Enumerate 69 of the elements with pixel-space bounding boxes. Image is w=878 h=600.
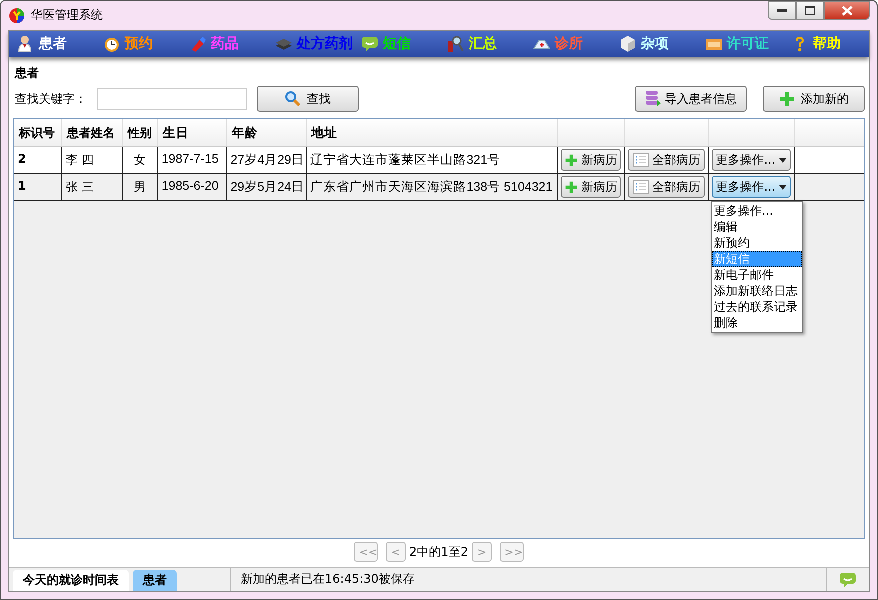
all-records-button[interactable]: 全部病历 (628, 176, 706, 198)
search-button[interactable]: 查找 (257, 86, 359, 112)
column-header: 性别 (122, 119, 158, 146)
minimize-icon (777, 8, 787, 12)
caret-icon (779, 158, 788, 162)
page-info: 2中的1至2 (410, 544, 468, 560)
table-cell: 29岁5月24日 (226, 174, 307, 200)
menu-item[interactable]: 新电子邮件 (712, 267, 802, 283)
table-cell: 1985-6-20 (158, 174, 227, 200)
magnifier-icon (447, 35, 465, 53)
column-header: 患者姓名 (62, 119, 123, 146)
menu-item[interactable]: 新预约 (712, 235, 802, 251)
more-actions-dropdown[interactable]: 更多操作... (712, 176, 792, 198)
column-header: 年龄 (226, 119, 307, 146)
menu-item[interactable]: 编辑 (712, 219, 802, 235)
more-actions-dropdown[interactable]: 更多操作... (712, 149, 792, 171)
column-header: 标识号 (14, 119, 62, 146)
new-record-button[interactable]: 新病历 (561, 176, 622, 198)
table-cell: 27岁4月29日 (226, 147, 307, 173)
table-cell: 2 (14, 147, 62, 173)
column-header: 生日 (158, 119, 227, 146)
menu-item[interactable]: 删除 (712, 315, 802, 331)
nav-tab[interactable]: 许可证 (697, 35, 783, 53)
pill-icon (189, 35, 207, 53)
nav-tab[interactable]: 患者 (9, 35, 95, 53)
table-cell: 1987-7-15 (158, 147, 227, 173)
list-icon (633, 180, 650, 194)
status-tab[interactable]: 今天的就诊时间表 (13, 570, 129, 591)
caret-icon (779, 184, 788, 190)
new-record-button[interactable]: 新病历 (561, 149, 622, 171)
menu-item[interactable]: 过去的联系记录 (712, 299, 802, 315)
plus-icon (565, 154, 578, 166)
table-cell: 男 (122, 174, 158, 200)
table-cell: 李 四 (62, 147, 123, 173)
search-label: 查找关键字： (15, 90, 87, 108)
status-message: 新加的患者已在16:45:30被保存 (241, 571, 415, 588)
search-field[interactable] (97, 88, 247, 110)
all-records-button[interactable]: 全部病历 (628, 149, 706, 171)
clock-icon (103, 35, 121, 53)
plus-icon (779, 91, 795, 107)
nav-tab[interactable]: 杂项 (611, 35, 697, 53)
table-cell: 辽宁省大连市蓬莱区半山路321号 (306, 147, 558, 173)
close-icon (842, 6, 852, 16)
maximize-icon (805, 6, 815, 15)
search-icon (285, 91, 301, 107)
plus-icon (565, 180, 578, 194)
table-cell: 张 三 (62, 174, 123, 200)
menu-item[interactable]: 更多操作... (712, 203, 802, 219)
nav-tab[interactable]: 帮助 (783, 35, 869, 53)
cube-icon (619, 35, 637, 53)
column-header: 地址 (306, 119, 558, 146)
table-cell: 女 (122, 147, 158, 173)
import-button[interactable]: 导入患者信息 (635, 86, 747, 112)
close-button[interactable] (824, 1, 870, 20)
window-title: 华医管理系统 (31, 7, 103, 24)
nav-tab[interactable]: 汇总 (439, 35, 525, 53)
chat-icon (361, 35, 379, 53)
section-title: 患者 (14, 65, 40, 82)
maximize-button[interactable] (796, 1, 824, 20)
database-icon (645, 90, 661, 108)
table-cell: 广东省广州市天海区海滨路138号 5104321 (306, 174, 558, 200)
minimize-button[interactable] (768, 1, 796, 20)
logo-icon (9, 8, 25, 24)
table-cell: 1 (14, 174, 62, 200)
add-button[interactable]: 添加新的 (763, 86, 865, 112)
menu-item[interactable]: 添加新联络日志 (712, 283, 802, 299)
status-tab[interactable]: 患者 (133, 570, 177, 591)
list-icon (633, 153, 650, 167)
chat-icon (838, 570, 858, 588)
